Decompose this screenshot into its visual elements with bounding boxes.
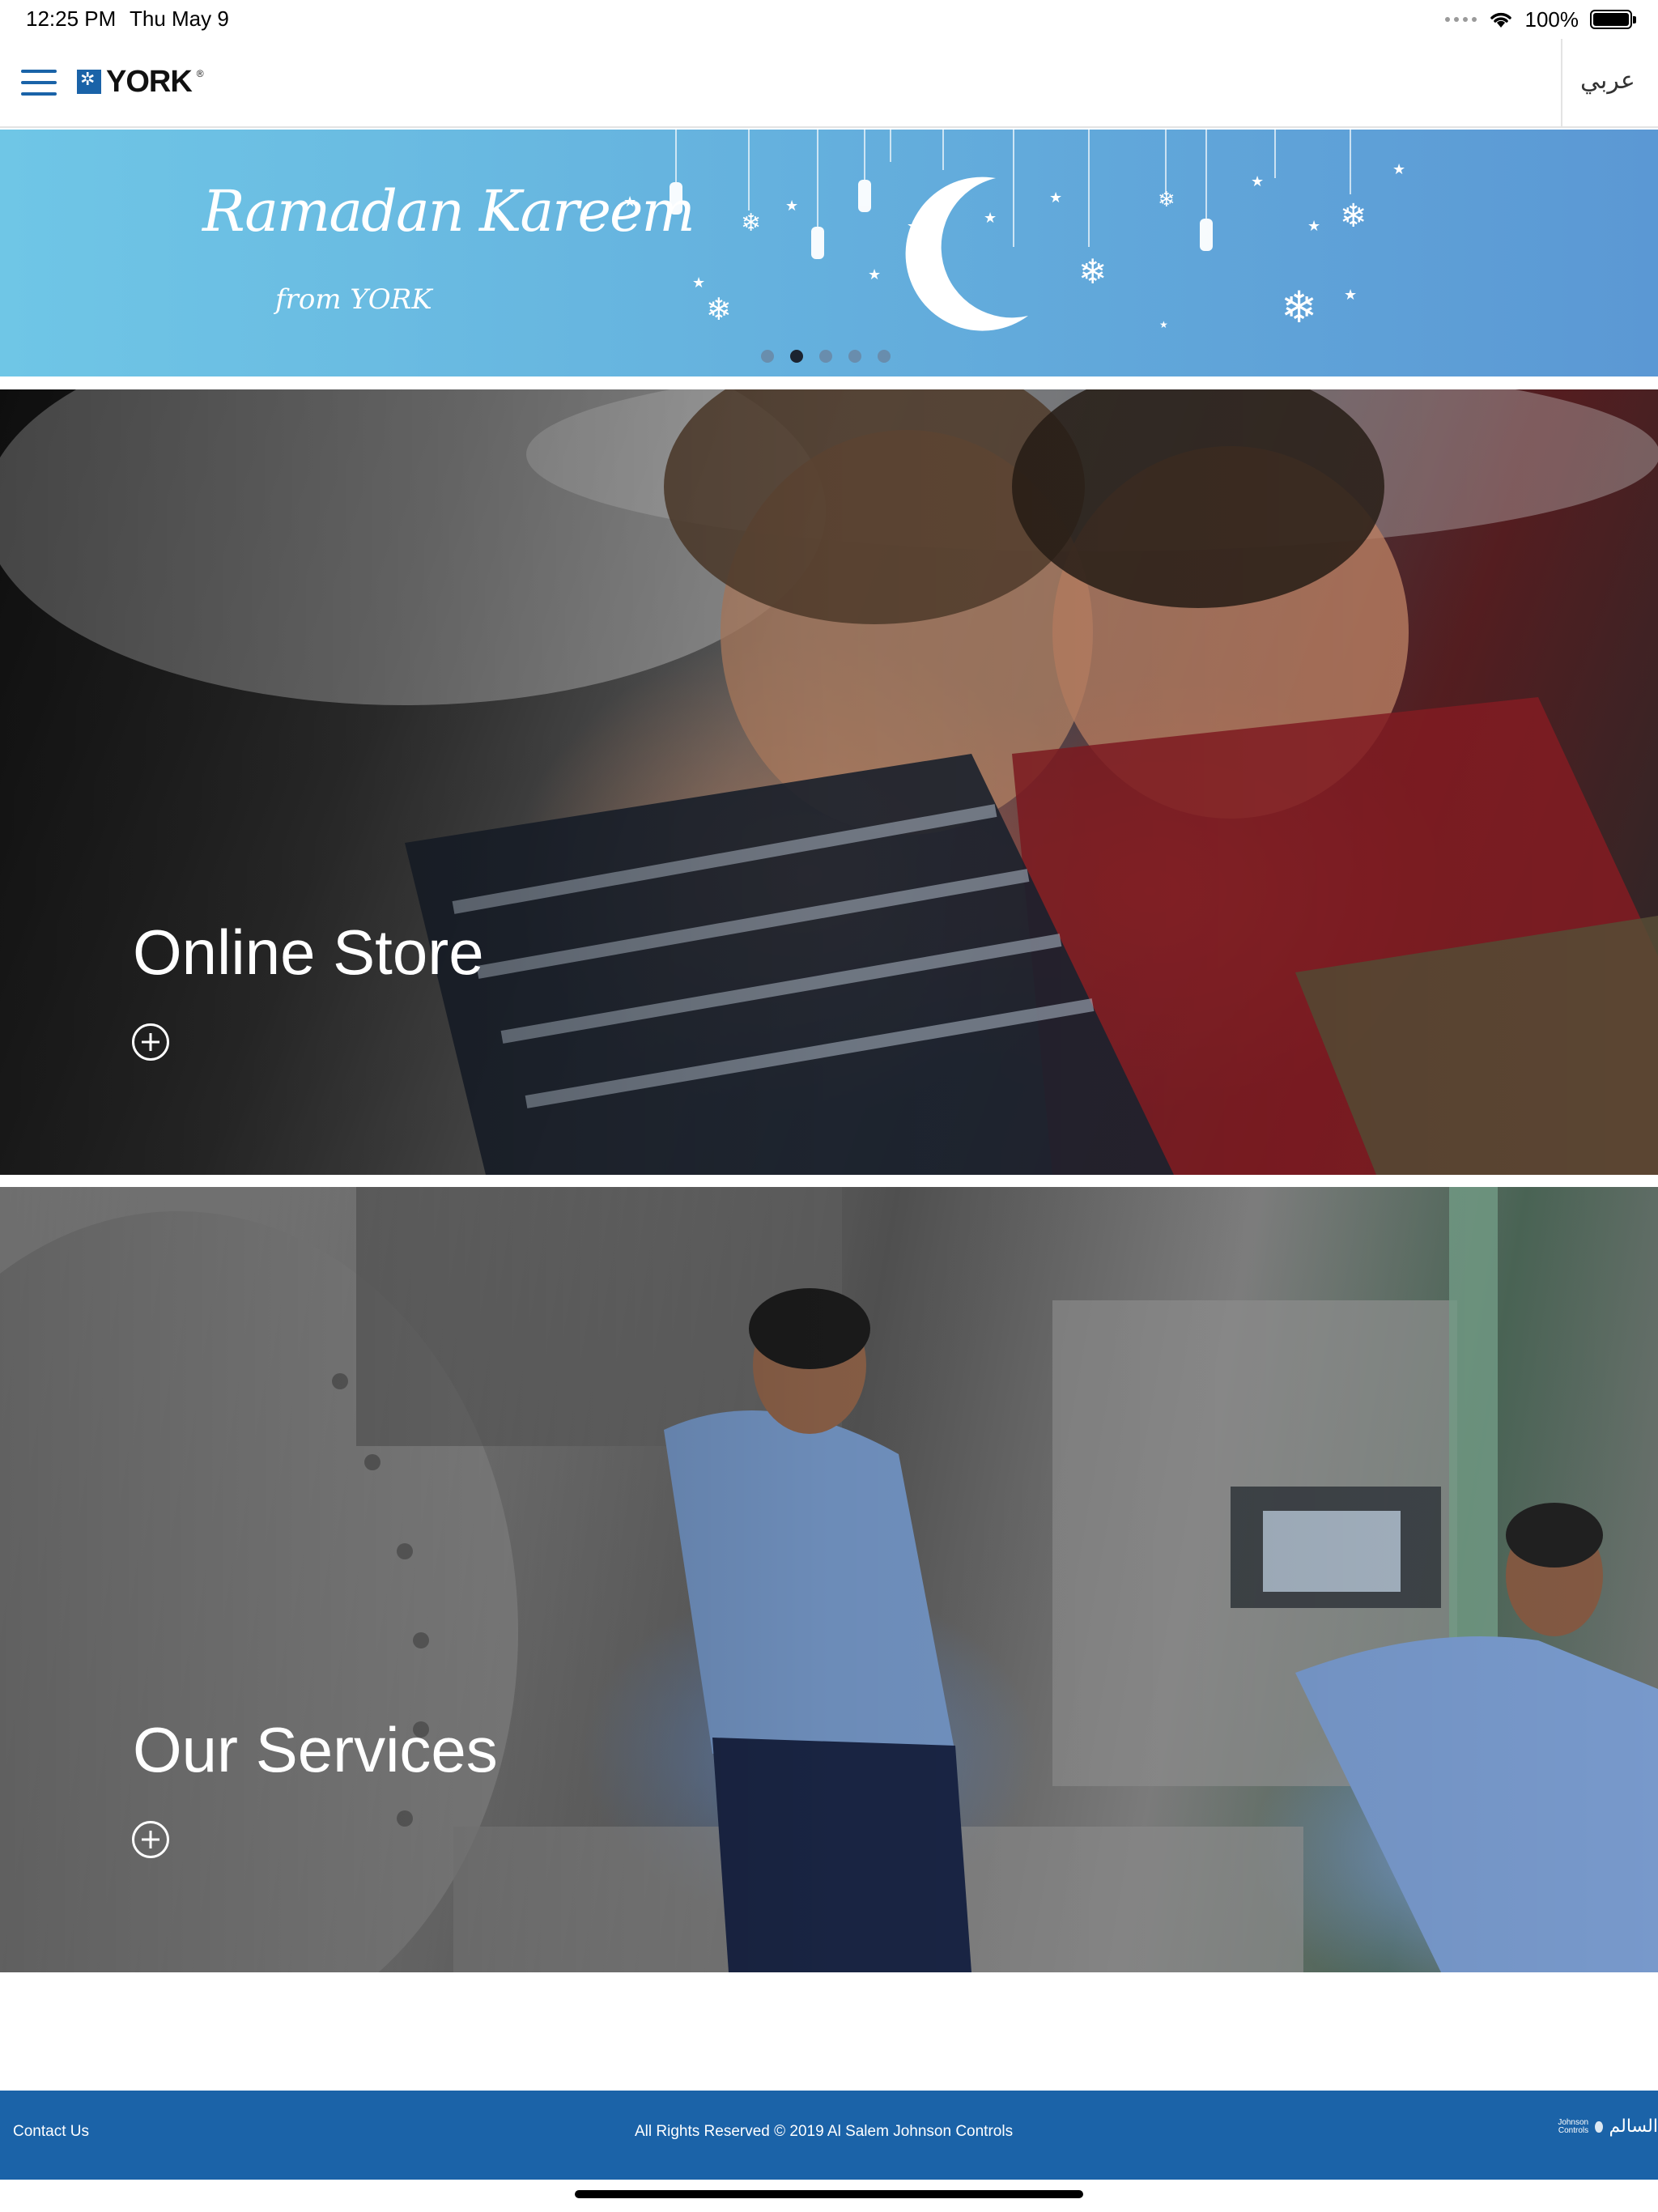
tile-overlay	[0, 1187, 1658, 1972]
language-toggle[interactable]: عربي	[1580, 66, 1635, 95]
carousel-dot[interactable]	[819, 350, 832, 363]
carousel-dot[interactable]	[848, 350, 861, 363]
svg-text:❄: ❄	[1158, 188, 1175, 212]
svg-text:★: ★	[1307, 218, 1320, 235]
online-store-tile[interactable]: Online Store	[0, 389, 1658, 1175]
promo-banner[interactable]: ❄ ❄ ❄ ❄ ❄ ❄ ★ ★ ★ ★ ★ ★ ★ ★ ★ ★ ★ ★ Rama…	[0, 130, 1658, 376]
svg-text:★: ★	[692, 274, 705, 291]
status-bar: 12:25 PM Thu May 9 100%	[0, 0, 1658, 39]
svg-text:❄: ❄	[706, 291, 732, 327]
online-store-title: Online Store	[133, 917, 484, 988]
battery-percent: 100%	[1524, 6, 1579, 32]
our-services-tile[interactable]: Our Services	[0, 1187, 1658, 1972]
svg-text:★: ★	[1344, 287, 1357, 304]
york-logo[interactable]: YORK ®	[77, 65, 204, 99]
partner-logo: Johnson Controls السالم	[1546, 2116, 1658, 2137]
svg-text:★: ★	[1049, 189, 1062, 206]
carousel-indicator	[761, 350, 891, 363]
logo-text: YORK	[106, 64, 193, 99]
svg-text:★: ★	[785, 198, 798, 215]
al-salem-logo-text: السالم	[1609, 2116, 1658, 2137]
plus-circle-icon[interactable]	[132, 1821, 169, 1858]
york-snowflake-icon	[77, 70, 101, 94]
svg-text:★: ★	[1159, 319, 1168, 330]
battery-icon	[1590, 10, 1636, 29]
carousel-dot[interactable]	[878, 350, 891, 363]
svg-text:★: ★	[1392, 161, 1405, 178]
svg-text:❄: ❄	[741, 209, 761, 237]
status-date: Thu May 9	[130, 6, 229, 31]
svg-text:★: ★	[907, 218, 920, 235]
plus-circle-icon[interactable]	[132, 1023, 169, 1061]
contact-us-link[interactable]: Contact Us	[13, 2123, 89, 2141]
tile-overlay	[0, 389, 1658, 1175]
banner-subtitle: from YORK	[275, 283, 432, 316]
svg-text:★: ★	[1251, 173, 1264, 190]
banner-decoration: ❄ ❄ ❄ ❄ ❄ ❄ ★ ★ ★ ★ ★ ★ ★ ★ ★ ★ ★ ★	[623, 130, 1405, 333]
status-indicators: 100%	[1444, 5, 1636, 34]
wifi-icon	[1490, 12, 1511, 28]
svg-text:❄: ❄	[1340, 198, 1367, 235]
carousel-dot[interactable]	[761, 350, 774, 363]
banner-title: Ramadan Kareem	[202, 178, 695, 245]
johnson-controls-logo-text: Johnson Controls	[1558, 2117, 1589, 2135]
carousel-dot-active[interactable]	[790, 350, 803, 363]
signal-dots-icon	[1444, 17, 1477, 22]
home-indicator[interactable]	[575, 2190, 1083, 2198]
svg-text:❄: ❄	[1281, 282, 1317, 333]
svg-text:★: ★	[868, 266, 881, 283]
app-header: YORK ® عربي	[0, 39, 1658, 128]
status-time: 12:25 PM	[26, 6, 117, 31]
svg-text:❄: ❄	[1078, 252, 1107, 291]
johnson-controls-globe-icon	[1595, 2121, 1603, 2133]
registered-mark: ®	[196, 68, 204, 79]
our-services-title: Our Services	[133, 1714, 498, 1785]
svg-text:★: ★	[984, 210, 997, 227]
copyright-text: All Rights Reserved © 2019 Al Salem John…	[635, 2123, 1014, 2140]
hamburger-menu-icon[interactable]	[21, 70, 57, 96]
header-divider	[1561, 39, 1562, 126]
footer: Contact Us All Rights Reserved © 2019 Al…	[0, 2091, 1658, 2180]
